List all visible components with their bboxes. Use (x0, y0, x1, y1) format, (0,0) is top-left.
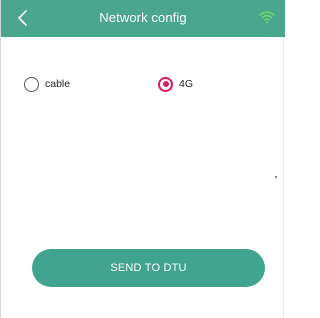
radio-option-4g[interactable]: 4G (158, 72, 193, 96)
app-header: Network config (1, 0, 285, 37)
wifi-icon (259, 11, 275, 24)
network-config-screen: Network config cable 4G SEND TO DTU (0, 0, 285, 318)
send-to-dtu-button[interactable]: SEND TO DTU (32, 249, 265, 287)
page-title: Network config (99, 10, 187, 25)
radio-label-cable: cable (45, 78, 71, 90)
network-mode-radio-group: cable 4G (1, 72, 285, 96)
radio-button-cable[interactable] (24, 76, 39, 92)
divider-dot (275, 176, 277, 178)
radio-option-cable[interactable]: cable (24, 72, 70, 96)
radio-label-4g: 4G (179, 78, 194, 90)
radio-button-4g[interactable] (158, 76, 173, 92)
